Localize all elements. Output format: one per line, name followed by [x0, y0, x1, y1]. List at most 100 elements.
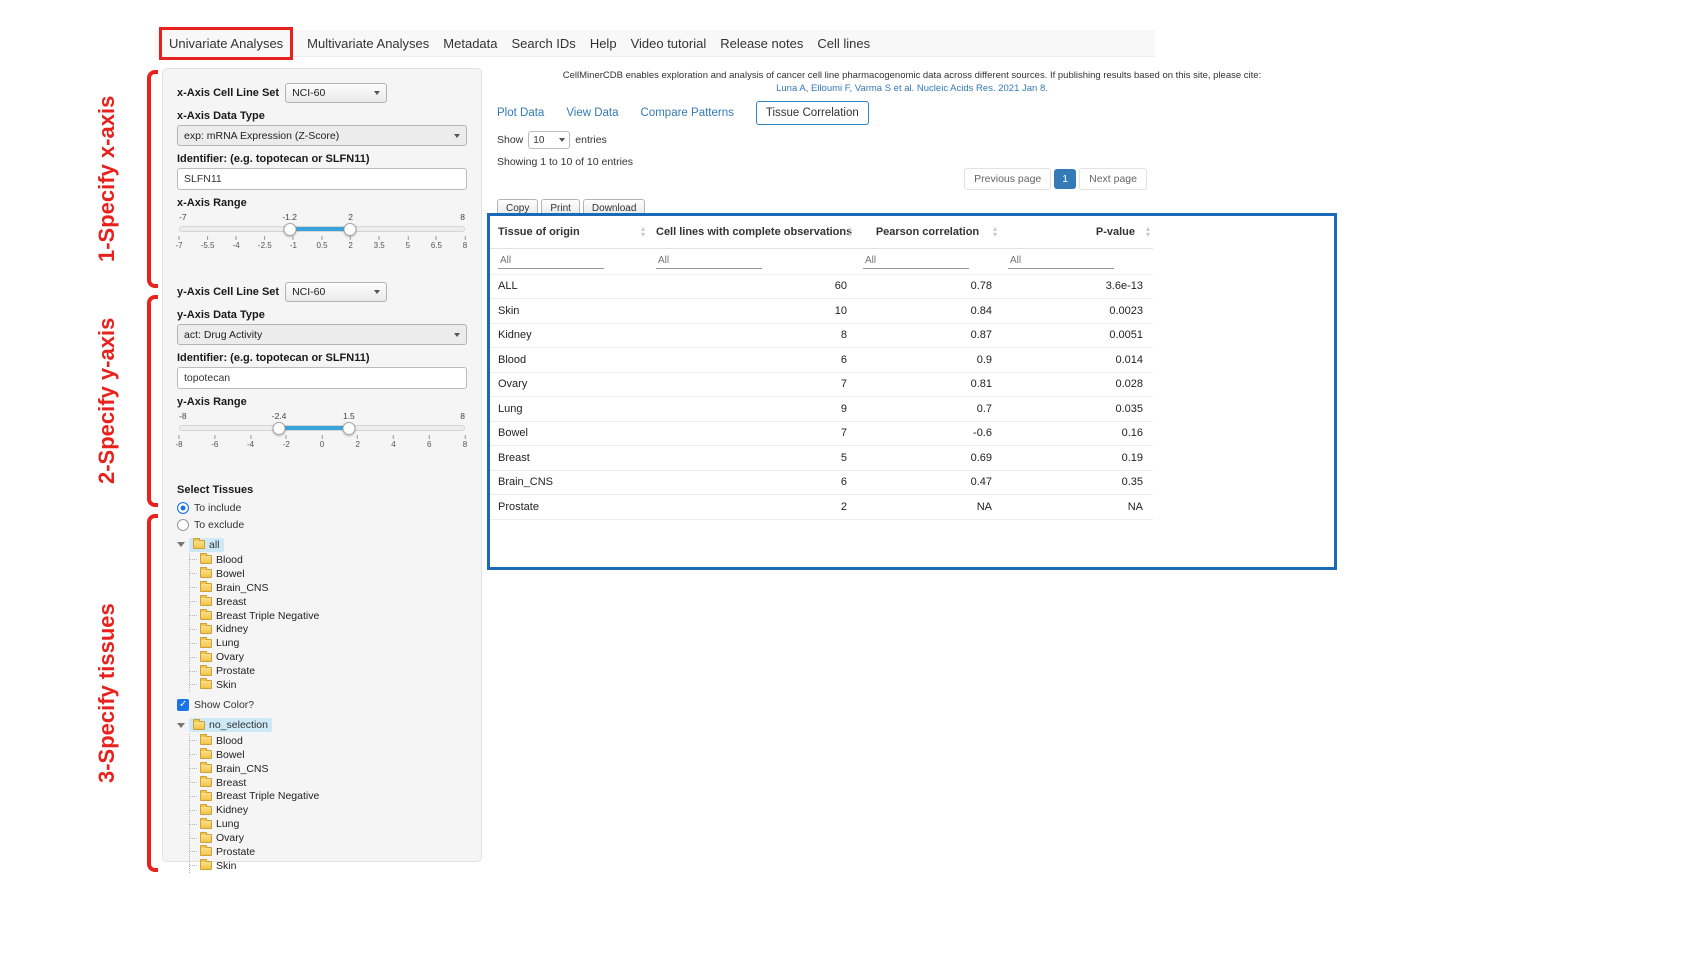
- tree-item-bowel[interactable]: Bowel: [190, 748, 467, 762]
- tree-item-skin[interactable]: Skin: [190, 859, 467, 873]
- table-row[interactable]: Skin 10 0.84 0.0023: [490, 299, 1153, 324]
- nav-item-metadata[interactable]: Metadata: [443, 36, 497, 51]
- cell-pvalue: 0.19: [1000, 446, 1153, 471]
- tree-item-lung[interactable]: Lung: [190, 817, 467, 831]
- nav-item-multivariate-analyses[interactable]: Multivariate Analyses: [307, 36, 429, 51]
- tab-tissue-correlation[interactable]: Tissue Correlation: [756, 101, 869, 125]
- chevron-down-icon: [374, 290, 380, 294]
- nav-item-search-ids[interactable]: Search IDs: [512, 36, 576, 51]
- y-data-type-select[interactable]: act: Drug Activity: [177, 324, 467, 345]
- entries-count-select[interactable]: 10: [528, 131, 570, 149]
- tree-item-prostate[interactable]: Prostate: [190, 845, 467, 859]
- citation-link[interactable]: Luna A, Elloumi F, Varma S et al. Nuclei…: [487, 83, 1337, 94]
- radio-checked-icon[interactable]: [177, 502, 189, 514]
- tree-item-blood[interactable]: Blood: [190, 553, 467, 567]
- caret-down-icon[interactable]: [177, 542, 185, 547]
- checkbox-checked-icon[interactable]: [177, 699, 189, 711]
- table-row[interactable]: Prostate 2 NA NA: [490, 495, 1153, 520]
- x-range-track[interactable]: [179, 226, 465, 232]
- cell-pvalue: 3.6e-13: [1000, 274, 1153, 299]
- show-color-option[interactable]: Show Color?: [177, 697, 467, 714]
- tree-item-bowel[interactable]: Bowel: [190, 567, 467, 581]
- y-range-handle-high[interactable]: [342, 422, 355, 435]
- tree-item-skin[interactable]: Skin: [190, 678, 467, 692]
- nav-item-release-notes[interactable]: Release notes: [720, 36, 803, 51]
- filter-tissue-input[interactable]: [498, 253, 604, 269]
- table-row[interactable]: Breast 5 0.69 0.19: [490, 446, 1153, 471]
- tree-root-no-selection[interactable]: no_selection: [177, 717, 467, 734]
- tree-item-breast-triple-negative[interactable]: Breast Triple Negative: [190, 609, 467, 623]
- previous-page-button[interactable]: Previous page: [964, 168, 1051, 190]
- col-header-tissue-of-origin[interactable]: Tissue of origin: [490, 216, 648, 248]
- nav-item-cell-lines[interactable]: Cell lines: [817, 36, 870, 51]
- sort-icon[interactable]: [1146, 226, 1150, 238]
- col-header-cell-lines[interactable]: Cell lines with complete observations: [648, 216, 855, 248]
- x-cell-line-set-select[interactable]: NCI-60: [285, 83, 387, 103]
- tree-item-ovary[interactable]: Ovary: [190, 650, 467, 664]
- table-row[interactable]: Lung 9 0.7 0.035: [490, 397, 1153, 422]
- tree-item-kidney[interactable]: Kidney: [190, 803, 467, 817]
- y-identifier-input[interactable]: [177, 367, 467, 389]
- tree-item-lung[interactable]: Lung: [190, 636, 467, 650]
- nav-item-video-tutorial[interactable]: Video tutorial: [631, 36, 707, 51]
- y-cell-line-set-select[interactable]: NCI-60: [285, 282, 387, 302]
- to-include-option[interactable]: To include: [177, 499, 467, 516]
- folder-icon: [200, 667, 212, 676]
- tree-item-breast[interactable]: Breast: [190, 776, 467, 790]
- tree-item-brain-cns[interactable]: Brain_CNS: [190, 762, 467, 776]
- filter-pearson-input[interactable]: [863, 253, 969, 269]
- tree-item-label: Breast: [216, 777, 246, 789]
- cell-pvalue: 0.014: [1000, 348, 1153, 373]
- table-row[interactable]: Kidney 8 0.87 0.0051: [490, 323, 1153, 348]
- folder-icon: [200, 764, 212, 773]
- filter-pvalue-input[interactable]: [1008, 253, 1114, 269]
- col-header-pearson-correlation[interactable]: Pearson correlation: [855, 216, 1000, 248]
- x-range-handle-low[interactable]: [283, 223, 296, 236]
- y-range-fill: [279, 426, 348, 430]
- tick-label: -8: [175, 435, 182, 449]
- tick-label: 2: [356, 435, 360, 449]
- tick-label: -2.5: [258, 236, 272, 250]
- show-label: Show: [497, 134, 523, 146]
- folder-icon: [200, 806, 212, 815]
- folder-icon: [200, 861, 212, 870]
- tree-item-breast-triple-negative[interactable]: Breast Triple Negative: [190, 789, 467, 803]
- nav-item-help[interactable]: Help: [590, 36, 617, 51]
- tree-item-brain-cns[interactable]: Brain_CNS: [190, 581, 467, 595]
- tab-view-data[interactable]: View Data: [566, 107, 618, 119]
- tree-item-label: Brain_CNS: [216, 582, 269, 594]
- tree-item-blood[interactable]: Blood: [190, 734, 467, 748]
- y-range-label: y-Axis Range: [177, 396, 467, 408]
- table-row[interactable]: ALL 60 0.78 3.6e-13: [490, 274, 1153, 299]
- radio-unchecked-icon[interactable]: [177, 519, 189, 531]
- x-range-handle-high[interactable]: [344, 223, 357, 236]
- tree-item-label: Ovary: [216, 651, 244, 663]
- tree-root-all[interactable]: all: [177, 536, 467, 553]
- sort-icon[interactable]: [641, 226, 645, 238]
- next-page-button[interactable]: Next page: [1079, 168, 1147, 190]
- tree-item-kidney[interactable]: Kidney: [190, 622, 467, 636]
- tree-item-breast[interactable]: Breast: [190, 595, 467, 609]
- tab-plot-data[interactable]: Plot Data: [497, 107, 544, 119]
- page-1-button[interactable]: 1: [1054, 169, 1076, 189]
- table-row[interactable]: Bowel 7 -0.6 0.16: [490, 421, 1153, 446]
- tree-item-ovary[interactable]: Ovary: [190, 831, 467, 845]
- col-header-p-value[interactable]: P-value: [1000, 216, 1153, 248]
- tab-compare-patterns[interactable]: Compare Patterns: [641, 107, 734, 119]
- x-data-type-select[interactable]: exp: mRNA Expression (Z-Score): [177, 125, 467, 146]
- tick-label: -2: [283, 435, 290, 449]
- table-row[interactable]: Ovary 7 0.81 0.028: [490, 372, 1153, 397]
- filter-cell-lines-input[interactable]: [656, 253, 762, 269]
- table-row[interactable]: Blood 6 0.9 0.014: [490, 348, 1153, 373]
- to-exclude-option[interactable]: To exclude: [177, 516, 467, 533]
- nav-item-univariate-analyses[interactable]: Univariate Analyses: [159, 27, 293, 60]
- table-row[interactable]: Brain_CNS 6 0.47 0.35: [490, 470, 1153, 495]
- x-identifier-input[interactable]: [177, 168, 467, 190]
- y-range-handle-low[interactable]: [273, 422, 286, 435]
- sort-icon[interactable]: [848, 226, 852, 238]
- caret-down-icon[interactable]: [177, 723, 185, 728]
- tree-item-prostate[interactable]: Prostate: [190, 664, 467, 678]
- x-data-type-value: exp: mRNA Expression (Z-Score): [184, 130, 339, 142]
- y-range-track[interactable]: [179, 425, 465, 431]
- sort-icon[interactable]: [993, 226, 997, 238]
